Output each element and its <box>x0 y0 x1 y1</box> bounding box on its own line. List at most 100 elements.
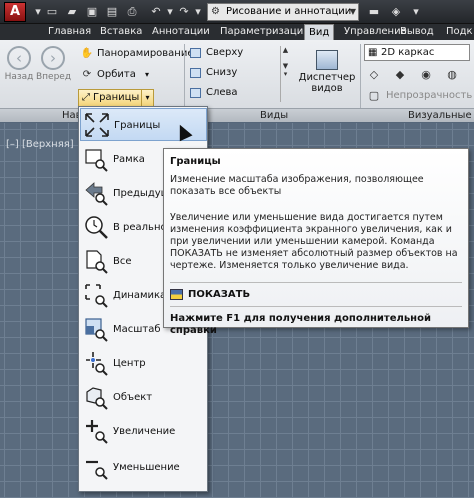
hand-icon: ✋ <box>80 48 94 59</box>
orbit-icon: ⟳ <box>82 69 92 80</box>
ribbon: ‹ Назад › Вперед ✋ Панорамирование ⟳ Орбит… <box>0 40 474 122</box>
visual-style-select[interactable]: ▦ 2D каркас <box>364 44 470 61</box>
view-top-label: Сверху <box>206 47 244 58</box>
tooltip-help: Нажмите F1 для получения дополнительной … <box>170 313 431 336</box>
opacity-control[interactable]: Непрозрачность <box>386 90 472 101</box>
panel-divider <box>184 44 185 108</box>
menu-label: Рамка <box>113 154 145 165</box>
menu-label: Масштаб <box>113 324 161 335</box>
bounds-icon <box>85 113 109 137</box>
view-manager-label-2: видов <box>311 83 343 94</box>
app-menu-button[interactable]: A <box>4 2 26 22</box>
center-icon <box>86 352 108 376</box>
panel-title-bar: Нав Виды Визуальные ст <box>0 108 474 122</box>
nav-forward-label: Вперед <box>36 72 72 82</box>
wireframe-icon[interactable]: ◇ <box>366 67 382 83</box>
panel-title-visual-styles[interactable]: Визуальные ст <box>408 109 474 123</box>
view-manager-icon <box>316 50 338 70</box>
workspace-label: Рисование и аннотации <box>226 6 352 17</box>
color-icon[interactable]: ◉ <box>418 67 434 83</box>
tab-home[interactable]: Главная <box>44 24 95 40</box>
tooltip-title: Границы <box>170 156 221 167</box>
save-icon[interactable]: ▣ <box>84 4 100 20</box>
pan-button[interactable]: ✋ Панорамирование <box>80 46 194 62</box>
cube-bottom-icon <box>190 68 201 78</box>
view-bottom-label: Снизу <box>206 67 238 78</box>
back-icon: ‹ <box>7 46 31 70</box>
menu-label: Объект <box>113 392 153 403</box>
chevron-down-icon: ▼ <box>349 7 356 16</box>
tooltip-description: Изменение масштаба изображения, позволяю… <box>170 174 424 197</box>
panel-title-views[interactable]: Виды <box>260 109 288 123</box>
visual-style-icon: ▦ <box>368 47 378 58</box>
cube-left-icon <box>190 88 201 98</box>
customize-icon[interactable]: ▾ <box>408 4 424 20</box>
window-zoom-icon <box>85 149 108 172</box>
quick-access-toolbar: A ▾ ▭ ▰ ▣ ▤ ⎙ ↶ ▾ ↷ ▾ ⚙ Рисование и анно… <box>0 0 474 24</box>
bounds-split-button[interactable]: ⤢ Границы ▾ <box>78 89 154 107</box>
menu-label: Центр <box>113 358 146 369</box>
tab-insert[interactable]: Вставка <box>96 24 146 40</box>
view-manager-button[interactable]: Диспетчер видов <box>297 50 357 94</box>
visual-style-value: 2D каркас <box>381 47 435 58</box>
menu-label: Увеличение <box>113 426 176 437</box>
edge-icon[interactable]: ▢ <box>366 88 382 104</box>
ribbon-tabs: Главная Вставка Аннотации Параметризация… <box>0 24 474 40</box>
menu-label: Динамика <box>113 290 167 301</box>
layer-icon[interactable]: ▬ <box>366 4 382 20</box>
menu-item-zoom-out[interactable]: Уменьшение <box>80 451 207 484</box>
forward-icon: › <box>41 46 65 70</box>
orbit-button[interactable]: ⟳ Орбита ▾ <box>80 67 149 83</box>
orbit-dropdown-icon: ▾ <box>145 70 150 79</box>
view-item-bottom[interactable]: Снизу <box>188 66 280 80</box>
autocad-window: A ▾ ▭ ▰ ▣ ▤ ⎙ ↶ ▾ ↷ ▾ ⚙ Рисование и анно… <box>0 0 474 498</box>
view-item-left[interactable]: Слева <box>188 86 280 100</box>
tab-parametric[interactable]: Параметризация <box>216 24 313 40</box>
tooltip-command-name: ПОКАЗАТЬ <box>188 289 251 300</box>
nav-back-label: Назад <box>4 72 34 82</box>
orbit-label: Орбита <box>97 69 136 80</box>
tooltip-divider <box>170 282 462 283</box>
nav-forward-button[interactable]: › Вперед <box>36 44 72 82</box>
view-left-label: Слева <box>206 87 238 98</box>
view-item-top[interactable]: Сверху <box>188 46 280 60</box>
command-icon <box>170 289 183 300</box>
command-tooltip: Границы Изменение масштаба изображения, … <box>163 148 469 336</box>
views-scrollbar[interactable]: ▲ ▼ ▾ <box>280 46 290 102</box>
dynamic-icon <box>85 284 108 308</box>
save-as-icon[interactable]: ▤ <box>104 4 120 20</box>
cube-top-icon <box>190 48 201 58</box>
scale-icon <box>85 318 108 342</box>
view-manager-label-1: Диспетчер <box>298 72 356 83</box>
material-icon[interactable]: ◍ <box>444 67 460 83</box>
viewport-label[interactable]: [–] [Верхняя] <box>6 139 74 150</box>
shade-icon[interactable]: ◆ <box>392 67 408 83</box>
tab-output[interactable]: Вывод <box>396 24 438 40</box>
menu-label: Границы <box>114 120 161 131</box>
zoom-in-icon <box>86 420 108 444</box>
menu-item-center[interactable]: Центр <box>80 347 207 380</box>
new-file-icon[interactable]: ▭ <box>44 4 60 20</box>
print-icon[interactable]: ⎙ <box>124 4 140 20</box>
workspace-selector[interactable]: ⚙ Рисование и аннотации ▼ <box>207 3 359 21</box>
tab-annotate[interactable]: Аннотации <box>148 24 214 40</box>
tooltip-details: Увеличение или уменьшение вида достигает… <box>170 212 458 271</box>
menu-label: Все <box>113 256 132 267</box>
tab-view[interactable]: Вид <box>304 24 335 40</box>
open-folder-icon[interactable]: ▰ <box>64 4 80 20</box>
tab-addins[interactable]: Подк <box>442 24 474 40</box>
tooltip-command: ПОКАЗАТЬ <box>170 289 462 300</box>
gear-icon: ⚙ <box>211 6 220 17</box>
zoom-out-icon <box>86 460 108 480</box>
bounds-small-icon: ⤢ <box>82 92 90 103</box>
erase-icon[interactable]: ◈ <box>388 4 404 20</box>
pan-label: Панорамирование <box>97 48 194 59</box>
menu-label: Уменьшение <box>113 462 180 473</box>
panel-divider <box>360 44 361 108</box>
bounds-label: Границы <box>93 92 140 103</box>
nav-back-button[interactable]: ‹ Назад <box>2 44 36 82</box>
bounds-dropdown-icon[interactable]: ▾ <box>141 90 153 106</box>
menu-item-object[interactable]: Объект <box>80 381 207 414</box>
menu-item-zoom-in[interactable]: Увеличение <box>80 415 207 448</box>
redo-dropdown-icon[interactable]: ▾ <box>190 4 206 20</box>
